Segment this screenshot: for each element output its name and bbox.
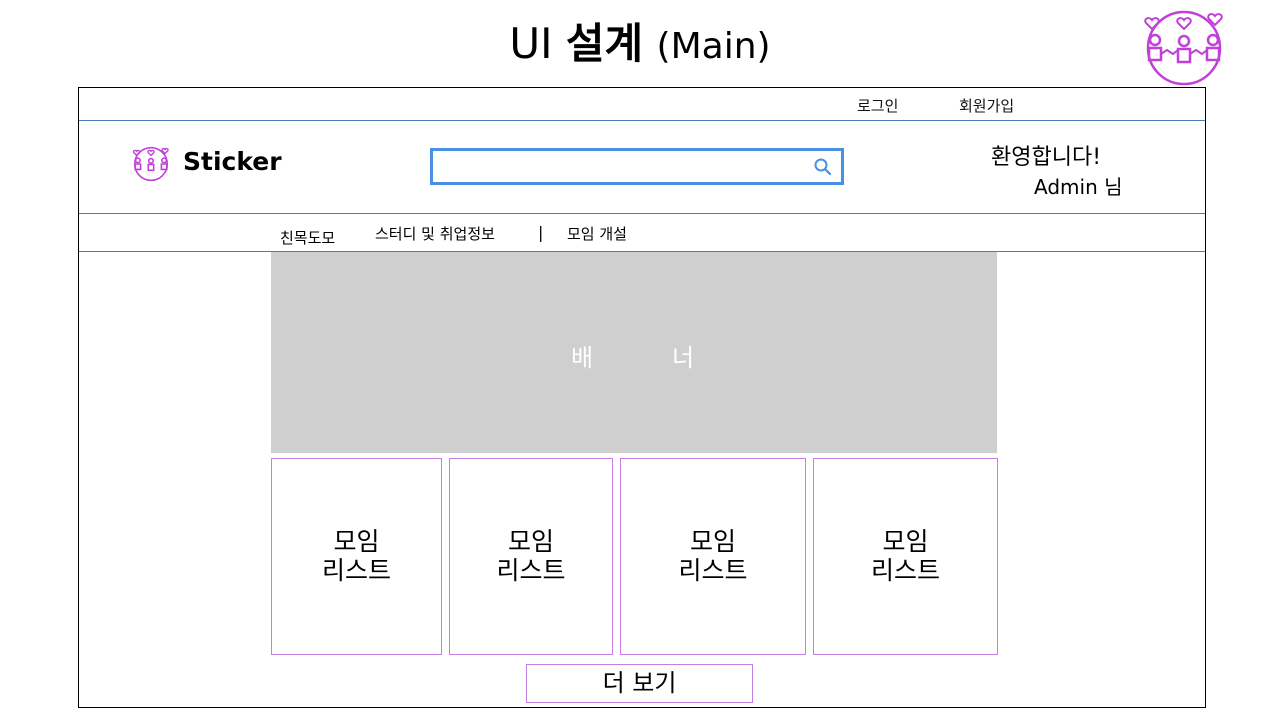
slide-title: UI 설계 (Main) <box>0 14 1280 77</box>
search-box <box>430 148 844 185</box>
banner-text-right: 너 <box>672 344 695 372</box>
group-list-card-label: 모임 리스트 <box>496 527 566 585</box>
group-list-card[interactable]: 모임 리스트 <box>813 458 998 655</box>
main-nav: 친목도모 스터디 및 취업정보 | 모임 개설 <box>79 214 1205 252</box>
banner[interactable]: 배 너 <box>271 252 997 453</box>
slide-title-sub: (Main) <box>656 26 771 67</box>
search-input[interactable] <box>439 154 813 181</box>
slide-title-prefix: UI <box>509 19 553 68</box>
more-button[interactable]: 더 보기 <box>526 664 753 703</box>
brand-name[interactable]: Sticker <box>183 147 282 176</box>
group-list-card[interactable]: 모임 리스트 <box>620 458 806 655</box>
slide-title-main: 설계 <box>565 19 644 68</box>
top-utility-bar: 로그인 회원가입 <box>79 88 1205 121</box>
brand-logo-icon[interactable] <box>132 144 170 184</box>
group-list-card-label: 모임 리스트 <box>870 527 940 585</box>
group-list-card-label: 모임 리스트 <box>321 527 391 585</box>
nav-item-create-group[interactable]: 모임 개설 <box>567 223 627 244</box>
nav-item-social[interactable]: 친목도모 <box>280 227 335 248</box>
welcome-username: Admin 님 <box>1034 175 1123 199</box>
login-link[interactable]: 로그인 <box>857 95 898 116</box>
signup-link[interactable]: 회원가입 <box>959 95 1014 116</box>
people-hearts-logo-icon <box>1144 10 1223 86</box>
nav-item-study-jobs[interactable]: 스터디 및 취업정보 <box>375 223 495 244</box>
header: Sticker 환영합니다! Admin 님 <box>79 121 1205 214</box>
page-frame: 로그인 회원가입 Sticker 환영합니다! Admin 님 친목도모 스터디… <box>78 87 1206 708</box>
group-list-card-label: 모임 리스트 <box>678 527 748 585</box>
nav-separator: | <box>538 223 544 242</box>
welcome-message: 환영합니다! <box>991 145 1102 170</box>
group-list-card[interactable]: 모임 리스트 <box>271 458 442 655</box>
search-icon[interactable] <box>813 157 833 177</box>
group-list-card[interactable]: 모임 리스트 <box>449 458 613 655</box>
banner-text-left: 배 <box>571 344 594 372</box>
